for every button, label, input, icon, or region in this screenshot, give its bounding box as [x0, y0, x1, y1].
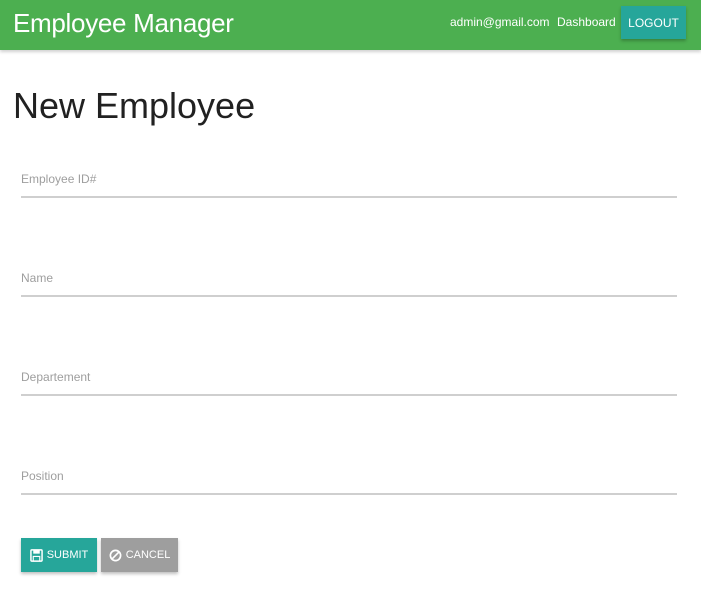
dashboard-link[interactable]: Dashboard — [557, 14, 616, 30]
cancel-label: CANCEL — [125, 549, 171, 561]
submit-label: SUBMIT — [46, 549, 89, 561]
navbar: Employee Manager admin@gmail.com Dashboa… — [0, 0, 701, 50]
name-input[interactable] — [21, 271, 677, 297]
position-input[interactable] — [21, 469, 677, 495]
employee-id-field-wrapper — [21, 172, 677, 198]
logout-button[interactable]: LOGOUT — [621, 6, 686, 39]
user-email: admin@gmail.com — [450, 15, 550, 29]
department-field-wrapper — [21, 370, 677, 396]
save-icon — [29, 548, 43, 562]
brand-title[interactable]: Employee Manager — [13, 7, 234, 39]
cancel-button[interactable]: CANCEL — [101, 538, 178, 572]
employee-id-input[interactable] — [21, 172, 677, 198]
submit-button[interactable]: SUBMIT — [21, 538, 97, 572]
name-field-wrapper — [21, 271, 677, 297]
page-title: New Employee — [13, 85, 256, 126]
cancel-circle-icon — [109, 549, 122, 561]
position-field-wrapper — [21, 469, 677, 495]
department-input[interactable] — [21, 370, 677, 396]
